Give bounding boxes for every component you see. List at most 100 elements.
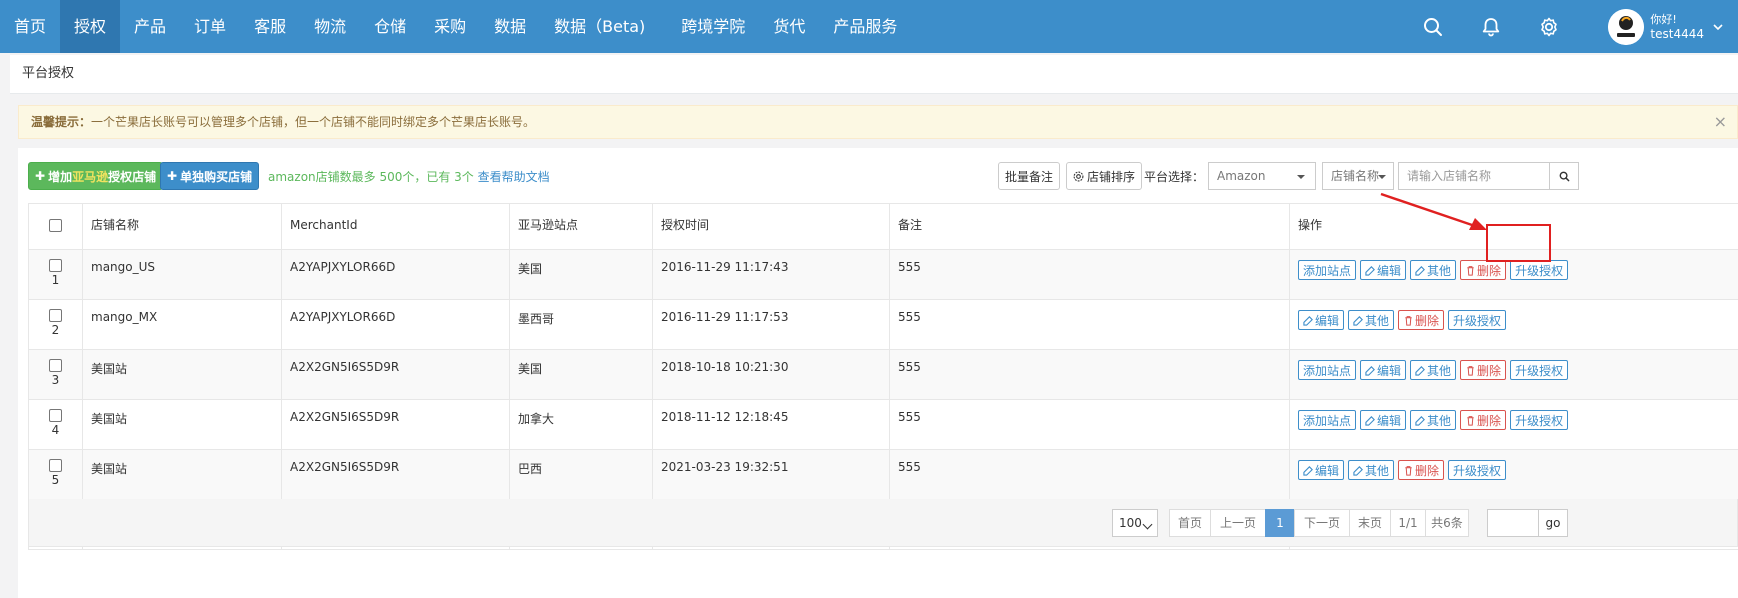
store-name-search-input[interactable]: 请输入店铺名称	[1398, 162, 1550, 190]
goto-page-input[interactable]	[1487, 509, 1539, 537]
nav-data-beta[interactable]: 数据（Beta)	[540, 0, 667, 53]
op-label: 升级授权	[1515, 263, 1564, 278]
edit-button[interactable]: 编辑	[1360, 260, 1407, 280]
table-row: 5 美国站 A2X2GN5I6S5D9R 巴西 2021-03-23 19:32…	[28, 449, 1738, 500]
nav-authorization[interactable]: 授权	[60, 0, 121, 53]
store-name-cell: 美国站	[82, 449, 282, 500]
row-number: 5	[51, 473, 60, 487]
edit-icon	[1353, 315, 1365, 326]
nav-purchasing[interactable]: 采购	[420, 0, 480, 53]
upgrade-auth-button[interactable]: 升级授权	[1510, 360, 1569, 380]
pager: 首页 上一页 1 下一页 末页 1/1 共6条	[1169, 509, 1469, 537]
nav-product-services[interactable]: 产品服务	[819, 0, 911, 53]
actions-cell: 添加站点 编辑 其他 删除 升级授权	[1289, 349, 1738, 400]
store-limit-note: amazon店铺数最多 500个，已有 3个 查看帮助文档	[268, 168, 550, 185]
row-number: 3	[51, 373, 60, 387]
edit-button[interactable]: 编辑	[1298, 310, 1345, 330]
buy-store-button[interactable]: ✚ 单独购买店铺	[160, 162, 260, 190]
page-size-value: 100	[1119, 516, 1142, 530]
site-cell: 巴西	[509, 449, 653, 500]
upgrade-auth-button[interactable]: 升级授权	[1448, 310, 1507, 330]
op-label: 删除	[1477, 263, 1502, 278]
search-button[interactable]	[1549, 162, 1579, 190]
delete-button[interactable]: 删除	[1460, 260, 1507, 280]
help-doc-link[interactable]: 查看帮助文档	[478, 170, 550, 184]
delete-button[interactable]: 删除	[1460, 360, 1507, 380]
upgrade-auth-button[interactable]: 升级授权	[1448, 460, 1507, 480]
edit-button[interactable]: 编辑	[1360, 410, 1407, 430]
prev-page-button[interactable]: 上一页	[1210, 509, 1266, 537]
store-sort-button[interactable]: 店铺排序	[1066, 162, 1143, 190]
nav-logistics[interactable]: 物流	[300, 0, 360, 53]
search-placeholder: 请输入店铺名称	[1407, 169, 1492, 183]
last-page-button[interactable]: 末页	[1349, 509, 1391, 537]
edit-icon	[1365, 265, 1377, 276]
edit-icon	[1415, 265, 1427, 276]
search-field-select[interactable]: 店铺名称	[1322, 162, 1394, 190]
delete-button[interactable]: 删除	[1398, 310, 1445, 330]
next-page-button[interactable]: 下一页	[1294, 509, 1350, 537]
select-all-checkbox[interactable]	[49, 219, 62, 232]
row-select-cell: 3	[28, 349, 83, 400]
gear-icon[interactable]	[1538, 16, 1560, 38]
op-label: 升级授权	[1515, 363, 1564, 378]
nav-warehouse[interactable]: 仓储	[360, 0, 420, 53]
other-button[interactable]: 其他	[1410, 260, 1457, 280]
row-checkbox[interactable]	[49, 259, 62, 272]
search-field-value: 店铺名称	[1331, 169, 1380, 183]
row-checkbox[interactable]	[49, 359, 62, 372]
table-row: 3 美国站 A2X2GN5I6S5D9R 美国 2018-10-18 10:21…	[28, 349, 1738, 400]
row-number: 1	[51, 273, 60, 287]
op-label: 其他	[1365, 463, 1390, 478]
row-checkbox[interactable]	[49, 459, 62, 472]
upgrade-auth-button[interactable]: 升级授权	[1510, 260, 1569, 280]
add-site-button[interactable]: 添加站点	[1298, 260, 1357, 280]
nav-freight[interactable]: 货代	[759, 0, 819, 53]
nav-orders[interactable]: 订单	[180, 0, 240, 53]
platform-select[interactable]: Amazon	[1208, 162, 1316, 190]
first-page-button[interactable]: 首页	[1169, 509, 1211, 537]
batch-note-button[interactable]: 批量备注	[998, 162, 1061, 190]
nav-academy[interactable]: 跨境学院	[667, 0, 759, 53]
store-sort-label: 店铺排序	[1087, 169, 1136, 184]
add-amazon-store-button[interactable]: ✚ 增加 亚马逊 授权店铺	[28, 162, 164, 190]
row-actions: 编辑 其他 删除 升级授权	[1298, 310, 1730, 330]
batch-note-label: 批量备注	[1005, 169, 1054, 184]
add-site-button[interactable]: 添加站点	[1298, 410, 1357, 430]
edit-button[interactable]: 编辑	[1360, 360, 1407, 380]
bell-icon[interactable]	[1480, 16, 1502, 38]
nav-home[interactable]: 首页	[0, 0, 60, 53]
goto-page-button[interactable]: go	[1538, 509, 1568, 537]
nav-products[interactable]: 产品	[120, 0, 180, 53]
page-size-select[interactable]: 100	[1112, 509, 1158, 537]
other-button[interactable]: 其他	[1410, 410, 1457, 430]
edit-icon	[1415, 415, 1427, 426]
total-count: 共6条	[1425, 509, 1469, 537]
close-icon[interactable]: ×	[1714, 106, 1727, 138]
edit-button[interactable]: 编辑	[1298, 460, 1345, 480]
auth-time-cell: 2021-03-23 19:32:51	[652, 449, 890, 500]
site-cell: 美国	[509, 349, 653, 400]
current-page-button[interactable]: 1	[1265, 509, 1295, 537]
row-checkbox[interactable]	[49, 309, 62, 322]
add-site-button[interactable]: 添加站点	[1298, 360, 1357, 380]
row-select-cell: 4	[28, 399, 83, 450]
annotation-arrow-icon	[1380, 192, 1487, 230]
nav-data[interactable]: 数据	[480, 0, 540, 53]
row-checkbox[interactable]	[49, 409, 62, 422]
upgrade-auth-button[interactable]: 升级授权	[1510, 410, 1569, 430]
store-name-cell: mango_US	[82, 249, 282, 300]
other-button[interactable]: 其他	[1348, 310, 1395, 330]
other-button[interactable]: 其他	[1410, 360, 1457, 380]
annotation-highlight-box	[1486, 224, 1551, 262]
nav-customer-service[interactable]: 客服	[240, 0, 300, 53]
chevron-down-icon	[1142, 519, 1153, 530]
user-menu[interactable]: 你好! test4444	[1608, 8, 1724, 45]
search-icon[interactable]	[1422, 16, 1444, 38]
other-button[interactable]: 其他	[1348, 460, 1395, 480]
delete-button[interactable]: 删除	[1398, 460, 1445, 480]
toolbar: ✚ 增加 亚马逊 授权店铺 ✚ 单独购买店铺 amazon店铺数最多 500个，已有 3…	[28, 162, 1738, 192]
search-icon	[1559, 171, 1569, 181]
row-select-cell: 1	[28, 249, 83, 300]
delete-button[interactable]: 删除	[1460, 410, 1507, 430]
